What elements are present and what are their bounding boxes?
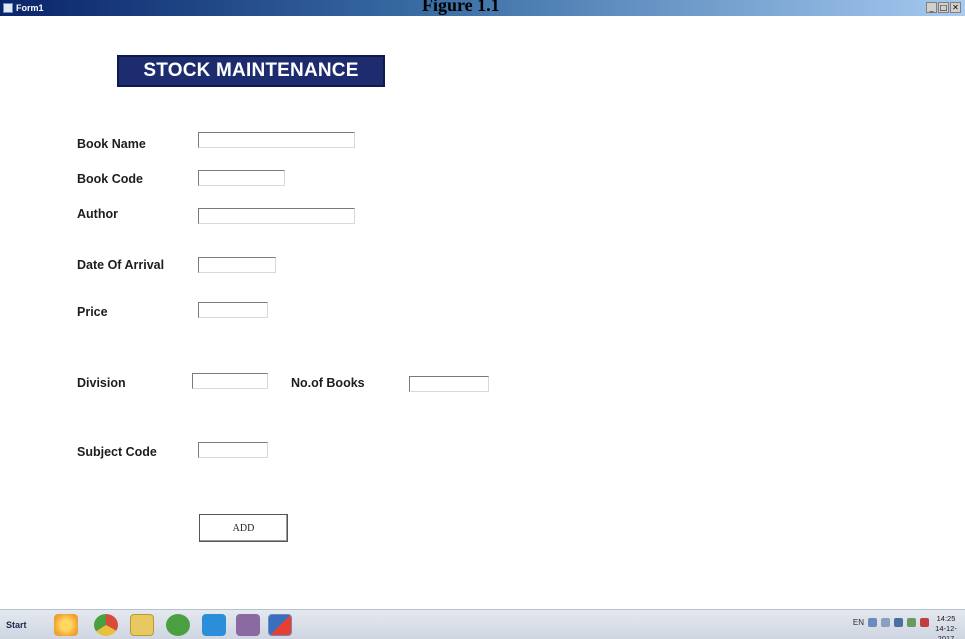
- window-title: Form1: [16, 3, 44, 13]
- no-of-books-input[interactable]: [409, 376, 489, 392]
- tray-flag-icon[interactable]: [881, 618, 890, 627]
- folder-icon[interactable]: [130, 614, 154, 636]
- start-button[interactable]: Start: [6, 617, 44, 633]
- price-input[interactable]: [198, 302, 268, 318]
- language-indicator[interactable]: EN: [853, 618, 864, 627]
- tool-icon[interactable]: [236, 614, 260, 636]
- chrome-icon[interactable]: [94, 614, 118, 636]
- taskbar-clock[interactable]: 14:25 14-12-2017: [931, 614, 961, 639]
- subject-code-label: Subject Code: [77, 445, 157, 459]
- division-input[interactable]: [192, 373, 268, 389]
- taskbar: Start EN 14:25 14-12-2017: [0, 609, 965, 639]
- date-of-arrival-label: Date Of Arrival: [77, 258, 165, 272]
- tray-volume-icon[interactable]: [894, 618, 903, 627]
- add-button[interactable]: ADD: [199, 514, 288, 542]
- form-app-icon[interactable]: [268, 614, 292, 636]
- book-name-input[interactable]: [198, 132, 355, 148]
- app-icon: [3, 3, 13, 13]
- tray-security-icon[interactable]: [920, 618, 929, 627]
- author-label: Author: [77, 207, 118, 221]
- price-label: Price: [77, 305, 108, 319]
- tray-power-icon[interactable]: [907, 618, 916, 627]
- author-input[interactable]: [198, 208, 355, 224]
- media-player-icon[interactable]: [54, 614, 78, 636]
- close-button[interactable]: ✕: [950, 2, 961, 13]
- window-controls: _ □ ✕: [926, 2, 961, 13]
- figure-caption: Figure 1.1: [422, 0, 500, 15]
- book-code-label: Book Code: [77, 172, 143, 186]
- minimize-button[interactable]: _: [926, 2, 937, 13]
- maximize-button[interactable]: □: [938, 2, 949, 13]
- screen: Form1 _ □ ✕ Figure 1.1 STOCK MAINTENANCE…: [0, 0, 965, 639]
- book-name-label: Book Name: [77, 137, 146, 151]
- clock-time: 14:25: [936, 614, 956, 623]
- no-of-books-label: No.of Books: [291, 376, 365, 390]
- utorrent-icon[interactable]: [166, 614, 190, 636]
- date-of-arrival-input[interactable]: [198, 257, 276, 273]
- division-label: Division: [77, 376, 126, 390]
- tray-network-icon[interactable]: [868, 618, 877, 627]
- system-tray: EN: [853, 618, 929, 627]
- form-heading: STOCK MAINTENANCE: [117, 55, 385, 87]
- book-code-input[interactable]: [198, 170, 285, 186]
- subject-code-input[interactable]: [198, 442, 268, 458]
- clock-date: 14-12-2017: [935, 624, 957, 639]
- skype-icon[interactable]: [202, 614, 226, 636]
